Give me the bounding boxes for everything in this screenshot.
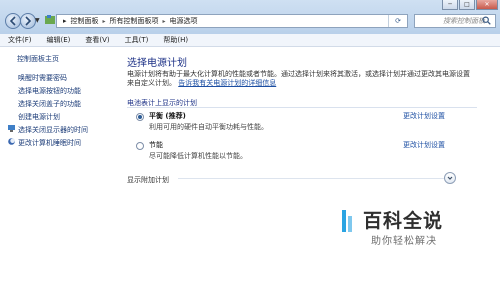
breadcrumb-control-panel[interactable]: 控制面板 bbox=[71, 16, 99, 26]
display-icon bbox=[8, 125, 15, 132]
menu-file[interactable]: 文件(F) bbox=[0, 35, 39, 45]
menu-help[interactable]: 帮助(H) bbox=[155, 35, 195, 45]
expand-chevron-icon[interactable] bbox=[444, 172, 456, 184]
recent-pages-dropdown[interactable]: ▼ bbox=[35, 17, 40, 24]
minimize-button[interactable]: ─ bbox=[442, 0, 458, 10]
address-sep: ▸ bbox=[162, 17, 166, 25]
breadcrumb-power-options[interactable]: 电源选项 bbox=[170, 16, 198, 26]
page-title: 选择电源计划 bbox=[127, 58, 187, 69]
menu-view[interactable]: 查看(V) bbox=[77, 35, 116, 45]
address-sep: ▸ bbox=[102, 17, 106, 25]
plan-balanced-change-settings[interactable]: 更改计划设置 bbox=[403, 111, 445, 121]
refresh-icon[interactable]: ⟳ bbox=[388, 15, 407, 27]
sidebar-item-power-button[interactable]: 选择电源按钮的功能 bbox=[18, 86, 81, 96]
arrow-right-icon bbox=[25, 16, 32, 26]
search-icon[interactable] bbox=[482, 16, 491, 29]
page-description: 电源计划将有助于最大化计算机的性能或者节能。通过选择计划来将其激活，或选择计划并… bbox=[127, 70, 479, 88]
plan-power-saver-description: 尽可能降低计算机性能以节能。 bbox=[149, 152, 247, 160]
address-bar[interactable]: ▸ 控制面板 ▸ 所有控制面板项 ▸ 电源选项 ⟳ bbox=[56, 14, 408, 28]
plan-balanced-radio[interactable] bbox=[136, 113, 144, 121]
forward-button[interactable] bbox=[20, 13, 36, 29]
sleep-icon bbox=[8, 138, 15, 145]
plan-power-saver-name[interactable]: 节能 bbox=[149, 140, 163, 150]
window-controls: ─ □ ✕ bbox=[441, 0, 498, 10]
sidebar-item-create-plan[interactable]: 创建电源计划 bbox=[18, 112, 60, 122]
plan-power-saver-change-settings[interactable]: 更改计划设置 bbox=[403, 140, 445, 150]
show-additional-plans-label[interactable]: 显示附加计划 bbox=[127, 175, 169, 185]
menu-tools[interactable]: 工具(T) bbox=[117, 35, 156, 45]
close-button[interactable]: ✕ bbox=[476, 0, 498, 10]
section-divider bbox=[127, 107, 477, 108]
description-line-2: 来自定义计划。 bbox=[127, 79, 176, 87]
watermark-logo-icon bbox=[342, 210, 352, 232]
title-bar: ─ □ ✕ ▼ ▸ 控制面板 ▸ 所有控制面板项 ▸ 电源选项 ⟳ 搜索控制面板 bbox=[0, 0, 500, 34]
watermark-title: 百科全说 bbox=[363, 210, 444, 232]
plan-balanced-name[interactable]: 平衡 (推荐) bbox=[149, 111, 186, 121]
main-content: 选择电源计划 电源计划将有助于最大化计算机的性能或者节能。通过选择计划来将其激活… bbox=[118, 47, 500, 282]
additional-divider bbox=[178, 178, 446, 179]
left-navigation: 控制面板主页 唤醒时需要密码 选择电源按钮的功能 选择关闭盖子的功能 创建电源计… bbox=[0, 47, 118, 282]
menu-bar: 文件(F) 编辑(E) 查看(V) 工具(T) 帮助(H) bbox=[0, 34, 500, 47]
menu-edit[interactable]: 编辑(E) bbox=[39, 35, 78, 45]
watermark-subtitle: 助你轻松解决 bbox=[371, 236, 437, 247]
sidebar-item-lid-close[interactable]: 选择关闭盖子的功能 bbox=[18, 99, 81, 109]
maximize-button[interactable]: □ bbox=[459, 0, 475, 10]
breadcrumb-all-items[interactable]: 所有控制面板项 bbox=[110, 16, 159, 26]
address-sep: ▸ bbox=[63, 17, 67, 25]
power-plan-info-link[interactable]: 告诉我有关电源计划的详细信息 bbox=[178, 79, 276, 87]
plan-balanced-description: 利用可用的硬件自动平衡功耗与性能。 bbox=[149, 123, 268, 131]
search-placeholder: 搜索控制面板 bbox=[443, 17, 485, 25]
plan-power-saver-radio[interactable] bbox=[136, 142, 144, 150]
sidebar-item-display-off[interactable]: 选择关闭显示器的时间 bbox=[18, 125, 88, 135]
control-panel-icon bbox=[45, 15, 55, 24]
sidebar-item-wakeup-password[interactable]: 唤醒时需要密码 bbox=[18, 73, 67, 83]
description-line-1: 电源计划将有助于最大化计算机的性能或者节能。通过选择计划来将其激活，或选择计划并… bbox=[127, 70, 470, 78]
control-panel-home-link[interactable]: 控制面板主页 bbox=[17, 54, 59, 64]
back-button[interactable] bbox=[5, 13, 21, 29]
arrow-left-icon bbox=[9, 16, 16, 26]
sidebar-item-sleep-time[interactable]: 更改计算机睡眠时间 bbox=[18, 138, 81, 148]
search-input[interactable]: 搜索控制面板 bbox=[414, 14, 496, 28]
